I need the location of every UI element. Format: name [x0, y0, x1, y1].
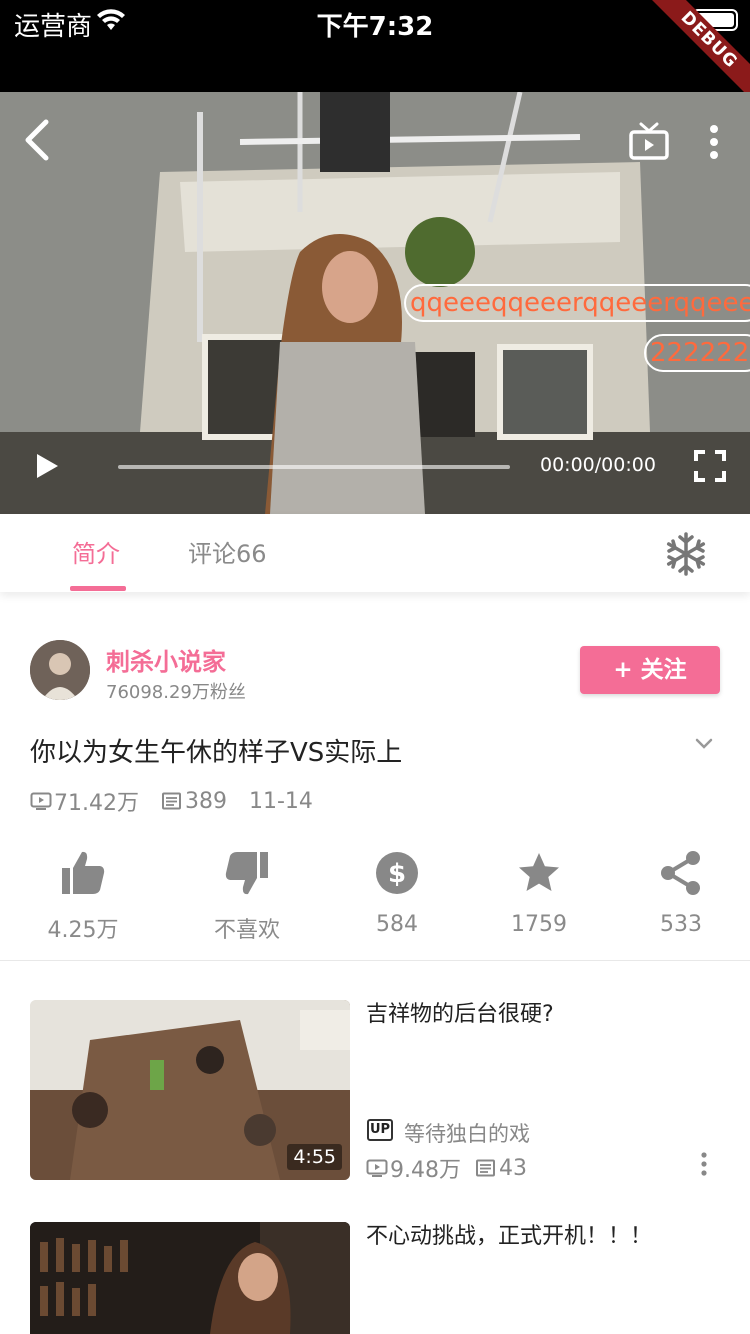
play-count-icon [30, 792, 52, 810]
chevron-down-icon[interactable] [694, 736, 714, 752]
divider [0, 960, 750, 961]
status-time: 下午7:32 [316, 12, 434, 42]
avatar-image [30, 640, 90, 700]
danmaku-count-icon [161, 792, 181, 810]
video-player[interactable]: qqeeeqqeeerqqeeerqqeeerqqeee 222222 00:0… [0, 92, 750, 514]
danmaku-comment: qqeeeqqeeerqqeeerqqeeerqqeee [404, 284, 750, 322]
more-vertical-icon[interactable] [700, 122, 728, 162]
back-icon[interactable] [18, 118, 58, 162]
follow-button[interactable]: + 关注 [580, 646, 720, 694]
tab-intro[interactable]: 简介 [72, 534, 120, 569]
recommendation-title[interactable]: 不心动挑战，正式开机！！！ [366, 1218, 652, 1250]
dislike-label: 不喜欢 [213, 918, 280, 943]
coin-count: 584 [376, 912, 418, 937]
danmaku-toggle-icon[interactable] [664, 532, 708, 576]
view-count: 9.48万 [390, 1158, 461, 1183]
tab-bar: 简介 评论66 [0, 514, 750, 592]
video-meta: 71.42万 389 11-14 [30, 786, 313, 816]
more-vertical-icon[interactable] [696, 1150, 712, 1178]
dislike-button[interactable]: 不喜欢 [177, 848, 317, 944]
avatar[interactable] [30, 640, 90, 700]
recommendation-thumbnail[interactable]: 4:55 [30, 1000, 350, 1180]
author-name[interactable]: 刺杀小说家 [106, 642, 226, 677]
danmaku-count-icon [476, 1159, 495, 1177]
play-icon[interactable] [34, 452, 60, 480]
like-count: 4.25万 [47, 918, 119, 943]
up-badge: UP [367, 1119, 393, 1141]
thumbs-down-icon [225, 852, 268, 895]
tab-indicator [70, 586, 126, 591]
video-duration: 4:55 [287, 1144, 342, 1170]
star-icon [519, 853, 559, 891]
fullscreen-icon[interactable] [694, 450, 726, 482]
status-bar: 运营商 下午7:32 DEBUG [0, 0, 750, 109]
video-time: 00:00/00:00 [540, 454, 656, 476]
thumbnail-image [30, 1222, 350, 1334]
recommendation-thumbnail[interactable] [30, 1222, 350, 1334]
progress-bar[interactable] [118, 465, 510, 469]
view-count: 71.42万 [54, 791, 139, 816]
share-icon [661, 851, 700, 895]
danmaku-comment: 222222 [644, 334, 750, 372]
share-count: 533 [660, 912, 702, 937]
coin-button[interactable]: $ 584 [327, 848, 467, 937]
tv-cast-icon[interactable] [628, 122, 670, 162]
video-title: 你以为女生午休的样子VS实际上 [30, 738, 403, 768]
publish-date: 11-14 [248, 788, 313, 814]
coin-icon: $ [376, 852, 418, 894]
favorite-button[interactable]: 1759 [469, 848, 609, 937]
svg-text:$: $ [388, 859, 406, 889]
like-button[interactable]: 4.25万 [13, 848, 153, 944]
recommendation-meta: 9.48万 43 [366, 1152, 527, 1184]
favorite-count: 1759 [511, 912, 567, 937]
danmaku-count: 43 [499, 1155, 527, 1181]
thumbs-up-icon [62, 851, 105, 894]
recommendation-title[interactable]: 吉祥物的后台很硬? [366, 996, 554, 1028]
author-fans: 76098.29万粉丝 [106, 682, 246, 703]
recommendation-uploader[interactable]: 等待独白的戏 [404, 1118, 530, 1148]
play-count-icon [366, 1159, 388, 1177]
share-button[interactable]: 533 [611, 848, 750, 937]
danmaku-count: 389 [184, 788, 227, 814]
tab-comments[interactable]: 评论66 [188, 534, 267, 569]
